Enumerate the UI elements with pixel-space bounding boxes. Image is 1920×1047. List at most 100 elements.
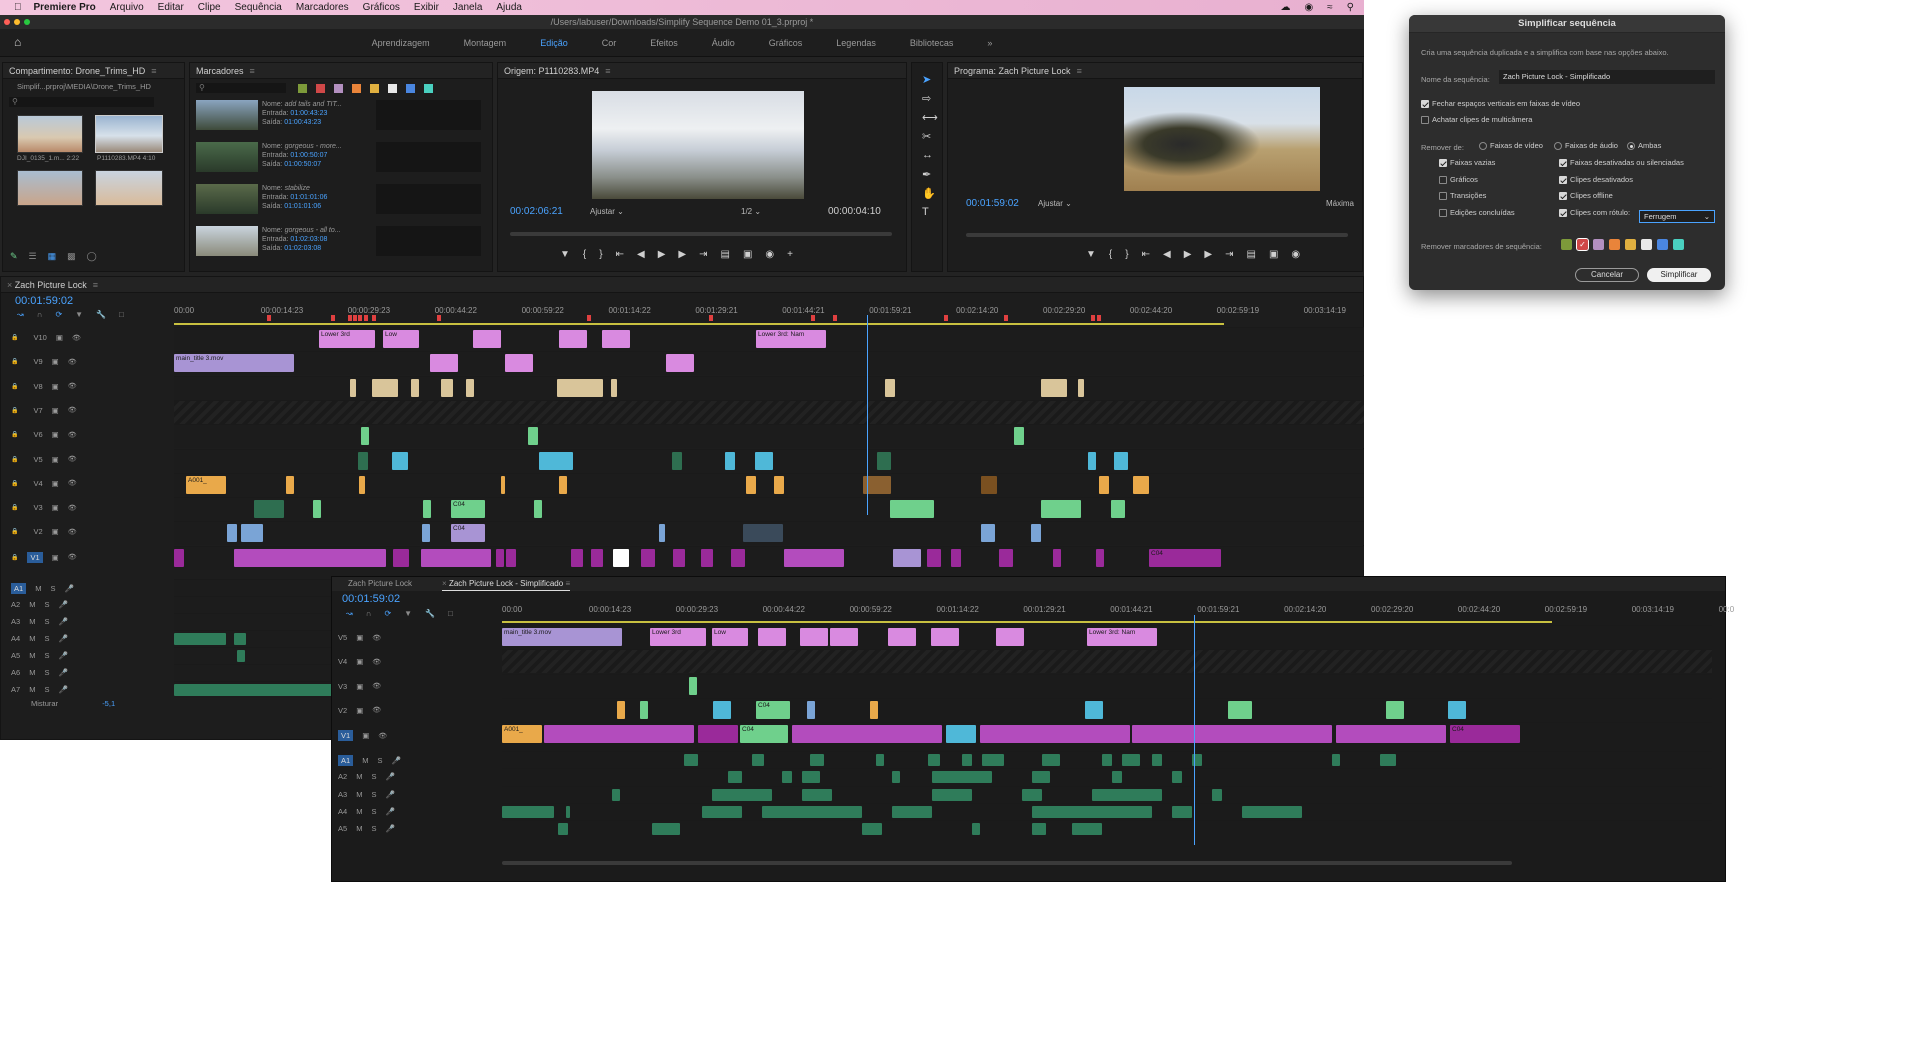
solo-button[interactable]: S — [371, 790, 376, 799]
track-label[interactable]: A1 — [11, 583, 27, 594]
timeline-clip[interactable] — [466, 378, 474, 397]
timeline-clip[interactable] — [800, 628, 828, 646]
work-area-bar[interactable] — [502, 621, 1552, 623]
markers-search-field[interactable]: ⚲ — [196, 83, 286, 93]
timeline-clip[interactable] — [430, 354, 458, 373]
marker-color-swatch[interactable] — [1609, 239, 1620, 250]
ws-more-icon[interactable]: » — [987, 38, 992, 48]
timeline-clip[interactable] — [951, 548, 961, 567]
track-label[interactable]: A4 — [11, 634, 20, 643]
timeline-clip[interactable] — [1078, 378, 1084, 397]
bin-thumb-1[interactable] — [17, 115, 83, 153]
audio-clip[interactable] — [174, 684, 334, 696]
toggle-sync-lock-icon[interactable]: ▣ — [356, 682, 363, 691]
track-label[interactable]: V1 — [27, 551, 43, 563]
timeline-marker[interactable] — [348, 315, 352, 321]
ripple-tool-icon[interactable]: ⟷ — [922, 111, 938, 124]
timeline-clip[interactable] — [1085, 700, 1103, 719]
timeline-clip[interactable] — [1088, 451, 1096, 470]
toggle-sync-lock-icon[interactable]: ▣ — [56, 333, 63, 342]
audio-clip[interactable] — [1212, 788, 1222, 801]
mic-icon[interactable]: 🎤 — [385, 772, 394, 781]
audio-clip[interactable] — [972, 823, 980, 836]
toggle-sync-lock-icon[interactable]: ▣ — [52, 527, 59, 536]
timeline-clip[interactable] — [359, 475, 365, 494]
simplify-button[interactable]: Simplificar — [1647, 268, 1711, 282]
selection-tool-icon[interactable]: ➤ — [922, 73, 931, 86]
captions-icon[interactable]: □ — [119, 310, 124, 319]
marker-color-swatch[interactable] — [1657, 239, 1668, 250]
mute-button[interactable]: M — [29, 651, 35, 660]
timeline-clip[interactable] — [999, 548, 1013, 567]
timeline-marker[interactable] — [1097, 315, 1101, 321]
track-label[interactable]: A5 — [338, 824, 347, 833]
markers-panel-header[interactable]: Marcadores ≡ — [190, 63, 492, 79]
timeline-clip[interactable] — [746, 475, 756, 494]
mark-out-icon[interactable]: } — [1125, 249, 1128, 260]
timeline2-ruler[interactable]: 00:00 00:00:14:23 00:00:29:23 00:00:44:22 00… — [502, 605, 1734, 617]
audio-clip[interactable] — [234, 633, 246, 645]
track-label[interactable]: V2 — [338, 706, 347, 715]
track-label[interactable]: V8 — [33, 382, 42, 391]
lock-icon[interactable]: 🔒 — [11, 554, 18, 561]
timeline-clip[interactable] — [392, 451, 408, 470]
list-view-icon[interactable]: ☰ — [29, 251, 37, 262]
checkbox-box[interactable] — [1559, 208, 1567, 217]
track-label[interactable]: V4 — [338, 657, 347, 666]
timeline-clip[interactable] — [890, 500, 934, 519]
toggle-sync-lock-icon[interactable]: ▣ — [52, 503, 59, 512]
bin-panel-header[interactable]: Compartimento: Drone_Trims_HD ≡ — [3, 63, 184, 79]
remove-option-checkbox[interactable]: Gráficos — [1439, 175, 1478, 184]
timeline-clip[interactable]: C04 — [740, 725, 788, 744]
mic-icon[interactable]: 🎤 — [385, 790, 394, 799]
audio-clip[interactable] — [1042, 754, 1060, 766]
audio-clip[interactable] — [752, 754, 764, 766]
filter-olive[interactable] — [298, 84, 307, 93]
timeline-clip[interactable] — [1386, 700, 1404, 719]
audio-clip[interactable] — [1032, 771, 1050, 784]
timeline-clip[interactable]: main_title 3.mov — [502, 628, 622, 646]
mark-out-icon[interactable]: } — [599, 249, 602, 260]
ws-aprendizagem[interactable]: Aprendizagem — [372, 38, 430, 48]
marker-color-swatch[interactable] — [1673, 239, 1684, 250]
timeline-clip[interactable] — [613, 548, 629, 567]
timeline-clip[interactable]: Lower 3rd: Nam — [756, 330, 826, 348]
timeline-clip[interactable] — [666, 354, 694, 373]
step-forward-icon[interactable]: ▶ — [678, 249, 686, 260]
timeline-clip[interactable]: A001_ — [186, 475, 226, 494]
mic-icon[interactable]: 🎤 — [385, 807, 394, 816]
audio-clip[interactable] — [1152, 754, 1162, 766]
checkbox-box[interactable] — [1439, 175, 1447, 184]
audio-clip[interactable] — [612, 788, 620, 801]
track-label[interactable]: V10 — [33, 333, 46, 342]
solo-button[interactable]: S — [377, 756, 382, 765]
nest-toggle-icon[interactable]: ↝ — [346, 609, 353, 618]
timeline-clip[interactable] — [1336, 725, 1446, 744]
linked-selection-icon[interactable]: ⟳ — [55, 310, 62, 319]
timeline-clip[interactable] — [931, 628, 959, 646]
source-res-dropdown[interactable]: 1/2 ⌄ — [741, 207, 761, 216]
mark-in-icon[interactable]: { — [583, 249, 586, 260]
slip-tool-icon[interactable]: ↔ — [922, 149, 933, 161]
lock-icon[interactable]: 🔒 — [11, 431, 18, 438]
timeline-marker[interactable] — [709, 315, 713, 321]
add-marker-icon[interactable]: ▼ — [75, 310, 83, 319]
timeline-clip[interactable] — [505, 354, 533, 373]
eye-icon[interactable]: 👁 — [372, 634, 381, 642]
mute-button[interactable]: M — [29, 634, 35, 643]
go-to-in-icon[interactable]: ⇤ — [616, 249, 624, 260]
timeline-clip[interactable] — [528, 427, 538, 446]
filter-red[interactable] — [316, 84, 325, 93]
audio-clip[interactable] — [1332, 754, 1340, 766]
mic-icon[interactable]: 🎤 — [58, 600, 67, 609]
add-button-icon[interactable]: + — [787, 249, 793, 260]
toggle-sync-lock-icon[interactable]: ▣ — [52, 455, 59, 464]
audio-clip[interactable] — [810, 754, 824, 766]
remove-option-checkbox[interactable]: Faixas vazias — [1439, 158, 1495, 168]
track-label[interactable]: A2 — [338, 772, 347, 781]
timeline-clip[interactable] — [725, 451, 735, 470]
timeline-clip[interactable] — [350, 378, 356, 397]
lift-icon[interactable]: ▤ — [1246, 249, 1255, 260]
timeline-clip[interactable] — [473, 330, 501, 348]
marker-entry[interactable]: Nome: add tails and TIT... Entrada: 01:0… — [196, 98, 486, 136]
